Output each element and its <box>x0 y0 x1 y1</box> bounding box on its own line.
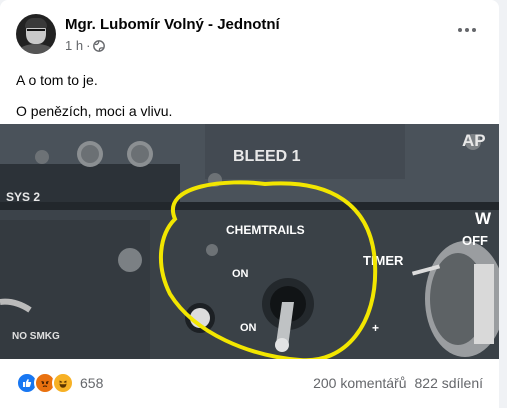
panel-label-no-smkg: NO SMKG <box>12 331 60 342</box>
post-image[interactable]: BLEED 1 AP SYS 2 CHEMTRAILS ON ON TIMER … <box>0 124 499 359</box>
panel-label-bleed: BLEED 1 <box>233 148 301 165</box>
post-footer: 658 200 komentářů 822 sdílení <box>16 364 483 402</box>
post-meta: 1 h · <box>65 38 106 53</box>
shares-count-link[interactable]: 822 sdílení <box>415 375 484 391</box>
post-card: Mgr. Lubomír Volný - Jednotní 1 h · A o … <box>0 0 499 408</box>
panel-label-ap: AP <box>462 131 486 150</box>
panel-label-on-bottom: ON <box>240 322 257 334</box>
engagement-meta: 200 komentářů 822 sdílení <box>313 375 483 391</box>
panel-label-sys2: SYS 2 <box>6 190 40 204</box>
panel-label-chemtrails: CHEMTRAILS <box>226 223 305 237</box>
panel-label-on-top: ON <box>232 268 249 280</box>
reactions-summary[interactable]: 658 <box>16 372 103 394</box>
globe-icon[interactable] <box>93 39 106 52</box>
post-text: A o tom to je. O penězích, moci a vlivu. <box>16 70 172 132</box>
haha-icon <box>52 372 74 394</box>
author-avatar[interactable] <box>16 14 56 54</box>
cockpit-panel-photo: BLEED 1 AP SYS 2 CHEMTRAILS ON ON TIMER … <box>0 124 499 359</box>
panel-label-timer: TIMER <box>363 253 404 268</box>
author-name[interactable]: Mgr. Lubomír Volný - Jednotní <box>65 16 280 33</box>
meta-separator: · <box>86 38 91 53</box>
post-time[interactable]: 1 h <box>65 38 83 53</box>
panel-label-off: OFF <box>462 233 488 248</box>
more-options-button[interactable] <box>453 20 481 40</box>
post-text-line: A o tom to je. <box>16 72 98 88</box>
comments-count-link[interactable]: 200 komentářů <box>313 375 406 391</box>
panel-label-w: W <box>475 209 492 228</box>
panel-label-plus: + <box>372 321 379 335</box>
post-text-line: O penězích, moci a vlivu. <box>16 103 173 119</box>
reaction-count[interactable]: 658 <box>80 375 103 391</box>
post-header: Mgr. Lubomír Volný - Jednotní 1 h · <box>16 14 483 58</box>
